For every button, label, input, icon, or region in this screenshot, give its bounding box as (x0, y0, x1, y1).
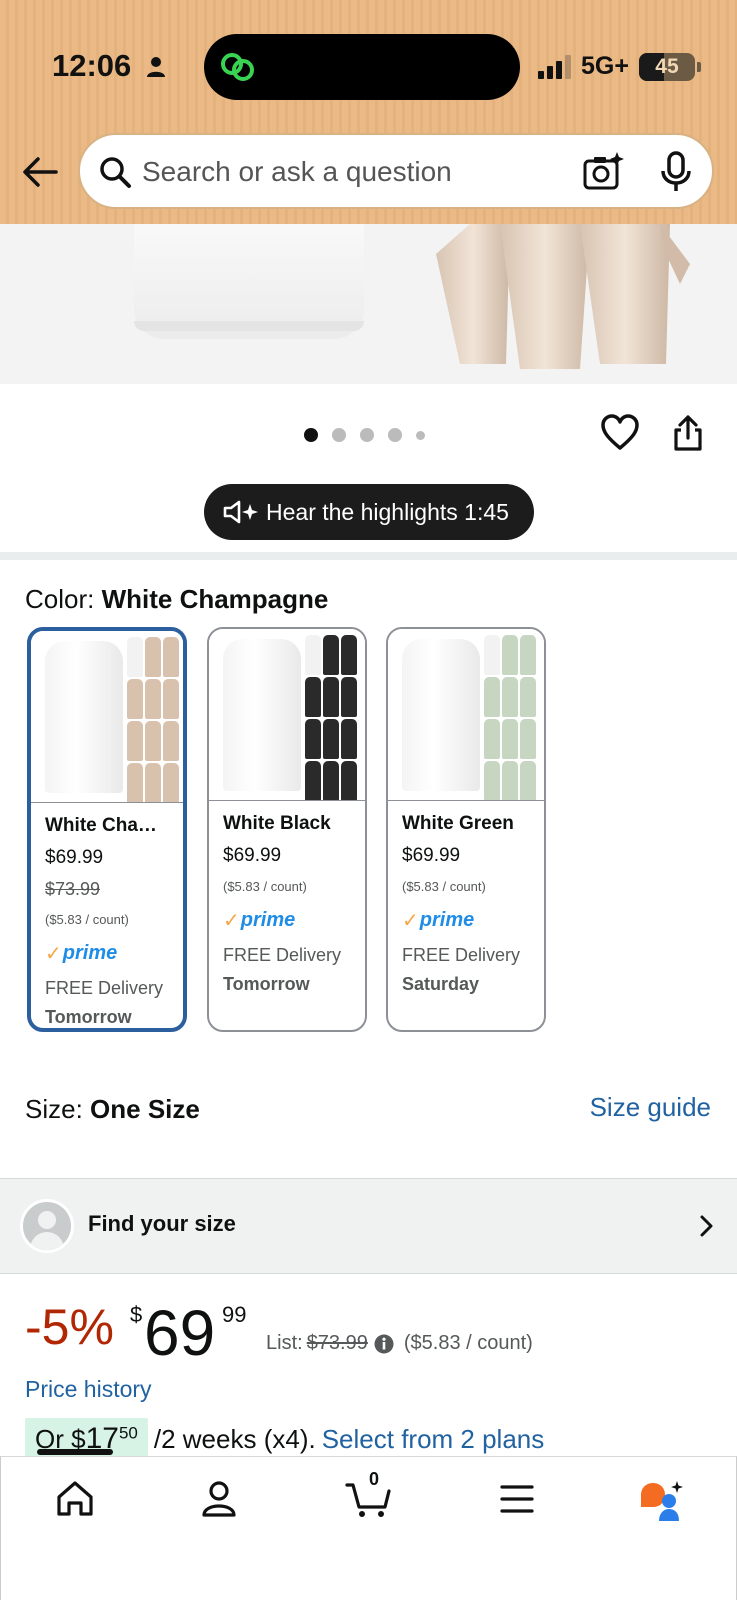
home-icon[interactable] (55, 1479, 95, 1519)
swatch-delivery: FREE Delivery (402, 945, 521, 965)
size-selection-label: Size: One Size (25, 1094, 200, 1125)
swatch-title: White Green (402, 813, 514, 834)
battery-icon: 45 (638, 52, 695, 81)
account-icon[interactable] (201, 1479, 237, 1519)
cellular-signal-icon (538, 54, 571, 79)
battery-level: 45 (655, 54, 679, 78)
find-your-size-row[interactable]: Find your size (0, 1178, 737, 1274)
cart-count: 0 (368, 1469, 379, 1489)
price-history-link[interactable]: Price history (25, 1376, 152, 1403)
find-your-size-label: Find your size (88, 1211, 236, 1236)
swatch-title: White Black (223, 813, 331, 834)
prime-check-icon: ✓ (45, 943, 62, 965)
person-icon (147, 57, 165, 77)
carousel-dots[interactable] (304, 428, 425, 442)
carousel-dot[interactable] (388, 428, 402, 442)
swatch-delivery: FREE Delivery (45, 978, 164, 998)
chain-link-icon (221, 53, 254, 81)
menu-icon[interactable] (499, 1479, 535, 1519)
status-time: 12:06 (52, 48, 132, 83)
prime-badge: ✓ prime (45, 941, 169, 966)
swatch-delivery-date: Saturday (402, 974, 480, 994)
installment-period: /2 weeks (x4). (153, 1424, 316, 1454)
swatch-delivery: FREE Delivery (223, 945, 342, 965)
color-label-prefix: Color: (25, 584, 102, 614)
avatar (20, 1199, 74, 1253)
prime-badge: ✓ prime (402, 908, 530, 933)
info-icon[interactable] (374, 1334, 394, 1354)
swatch-delivery-date: Tomorrow (45, 1007, 132, 1027)
prime-label: prime (240, 909, 296, 931)
swatch-delivery-date: Tomorrow (223, 974, 310, 994)
prime-label: prime (62, 942, 118, 964)
image-carousel-controls (0, 384, 737, 474)
back-arrow-icon[interactable] (18, 150, 62, 194)
swatch-list-price: $73.99 (45, 879, 101, 899)
app-header: 12:06 5G+ 45 (0, 0, 737, 224)
prime-check-icon: ✓ (402, 910, 419, 932)
swatch-unit-price: ($5.83 / count) (223, 879, 307, 894)
swatch-price: $69.99 (402, 845, 461, 866)
search-bar[interactable] (78, 133, 714, 209)
champagne-robes-image (436, 224, 690, 369)
color-swatch[interactable]: White Green $69.99 ($5.83 / count) ✓ prime FR… (386, 627, 546, 1032)
speaker-sparkle-icon (223, 500, 258, 524)
carousel-dot[interactable] (360, 428, 374, 442)
share-icon[interactable] (672, 414, 704, 452)
network-type: 5G+ (581, 52, 629, 80)
prime-check-icon: ✓ (223, 910, 240, 932)
size-selected-value: One Size (90, 1094, 200, 1124)
carousel-dot[interactable] (332, 428, 346, 442)
carousel-dot[interactable] (416, 430, 425, 440)
hear-highlights-label: Hear the highlights 1:45 (266, 498, 509, 525)
bottom-tab-bar: 0 (0, 1449, 737, 1600)
color-swatch[interactable]: White Champ... $69.99 $73.99 ($5.83 / count… (27, 627, 187, 1032)
list-price-label: List: (266, 1332, 303, 1354)
price-fraction: 99 (222, 1302, 247, 1327)
price-whole: 69 (144, 1297, 216, 1369)
swatch-image (388, 629, 544, 801)
product-image[interactable] (0, 224, 737, 384)
cart-tab[interactable]: 0 (345, 1469, 393, 1526)
prime-label: prime (419, 909, 475, 931)
discount-percent: -5% (25, 1299, 114, 1355)
installment-cents: 50 (118, 1423, 138, 1443)
select-plans-link[interactable]: Select from 2 plans (322, 1424, 545, 1455)
color-selected-value: White Champagne (101, 584, 329, 614)
camera-search-icon[interactable] (582, 151, 624, 193)
chevron-right-icon (700, 1215, 713, 1237)
status-indicators: 5G+ 45 (538, 52, 701, 81)
color-swatch[interactable]: White Black $69.99 ($5.83 / count) ✓ prime FR… (207, 627, 367, 1032)
swatch-image (31, 631, 183, 803)
unit-price: ($5.83 / count) (403, 1332, 533, 1354)
color-selection-label: Color: White Champagne (25, 584, 328, 615)
search-icon (100, 157, 131, 188)
swatch-price: $69.99 (223, 845, 282, 866)
swatch-title: White Champ... (45, 815, 169, 836)
swatch-unit-price: ($5.83 / count) (45, 912, 129, 927)
white-robe-image (134, 224, 364, 339)
carousel-dot[interactable] (304, 428, 318, 442)
hear-highlights-button[interactable]: Hear the highlights 1:45 (204, 484, 534, 540)
size-label-prefix: Size: (25, 1094, 91, 1124)
active-tab-indicator (37, 1449, 113, 1455)
prime-badge: ✓ prime (223, 908, 351, 933)
search-input[interactable] (142, 149, 562, 195)
swatch-unit-price: ($5.83 / count) (402, 879, 486, 894)
section-divider (0, 552, 737, 560)
heart-icon[interactable] (600, 414, 640, 452)
list-price-value: $73.99 (306, 1332, 368, 1354)
swatch-price: $69.99 (45, 847, 104, 868)
rufus-assistant-icon[interactable] (637, 1479, 685, 1523)
microphone-icon[interactable] (660, 151, 692, 193)
size-guide-link[interactable]: Size guide (590, 1092, 711, 1123)
list-price-line: List: $73.99 ($5.83 / count) (266, 1332, 533, 1355)
price-currency: $ (130, 1302, 143, 1327)
swatch-image (209, 629, 365, 801)
